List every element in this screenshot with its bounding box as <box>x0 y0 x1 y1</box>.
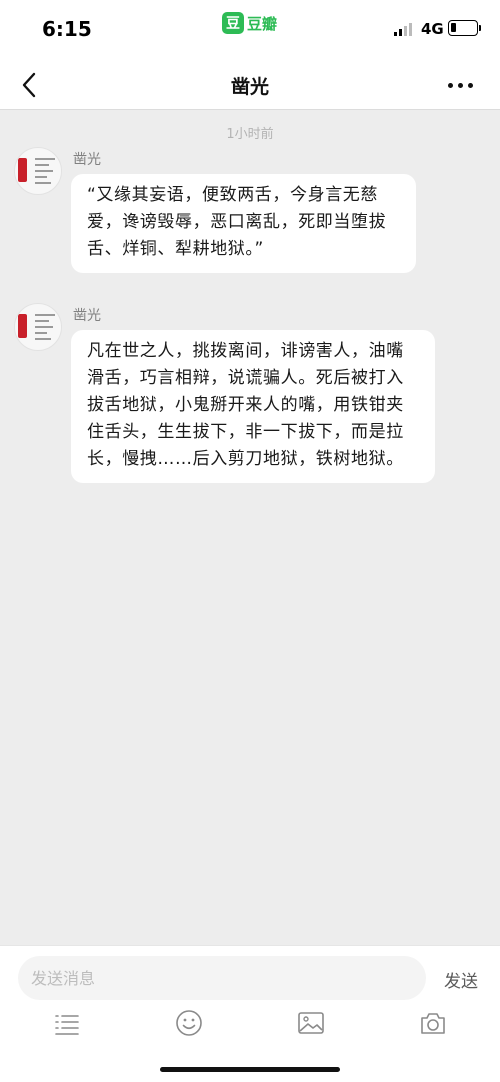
message-line: 住舌头，生生拔下，非一下拔下，而是拉 <box>87 422 404 442</box>
home-indicator <box>160 1067 340 1072</box>
battery-icon <box>448 20 481 36</box>
message-timestamp: 1小时前 <box>226 127 274 142</box>
app-name: 豆瓣 <box>247 14 278 33</box>
sender-name: 凿光 <box>73 152 101 168</box>
emoji-icon[interactable] <box>174 1008 204 1038</box>
status-time: 6:15 <box>42 17 92 41</box>
sender-name: 凿光 <box>73 308 101 324</box>
message-bubble[interactable]: “又缘其妄语，便致两舌，今身言无慈 爱，谗谤毁辱，恶口离乱，死即当堕拔 舌、烊铜… <box>71 174 416 273</box>
avatar[interactable] <box>14 147 62 195</box>
network-label: 4G <box>421 20 444 38</box>
camera-icon[interactable] <box>418 1008 448 1038</box>
message-bubble[interactable]: 凡在世之人，挑拨离间，诽谤害人，油嘴 滑舌，巧言相辩，说谎骗人。死后被打入 拔舌… <box>71 330 435 483</box>
battery-level <box>451 23 456 32</box>
status-bar: 6:15 豆 豆瓣 4G <box>0 0 500 60</box>
message-line: 长，慢拽……后入剪刀地狱，铁树地狱。 <box>87 449 404 469</box>
message-line: 凡在世之人，挑拨离间，诽谤害人，油嘴 <box>87 341 404 361</box>
nav-bar: 凿光 <box>0 60 500 110</box>
image-icon[interactable] <box>296 1008 326 1038</box>
message-line: “又缘其妄语，便致两舌，今身言无慈 <box>87 185 379 205</box>
menu-lines-icon[interactable] <box>52 1008 82 1038</box>
chat-area[interactable]: 1小时前 凿光 “又缘其妄语，便致两舌，今身言无慈 爱，谗谤毁辱，恶口离乱，死即… <box>0 111 500 945</box>
composer: 发送 <box>0 945 500 1082</box>
message-line: 爱，谗谤毁辱，恶口离乱，死即当堕拔 <box>87 212 387 232</box>
message-input[interactable] <box>18 956 426 1000</box>
message-line: 舌、烊铜、犁耕地狱。” <box>87 239 264 259</box>
send-button[interactable]: 发送 <box>444 967 478 992</box>
more-dots-icon <box>448 82 453 88</box>
message-line: 滑舌，巧言相辩，说谎骗人。死后被打入 <box>87 368 404 388</box>
message-line: 拔舌地狱，小鬼掰开来人的嘴，用铁钳夹 <box>87 395 404 415</box>
app-badge: 豆 豆瓣 <box>222 12 277 34</box>
page-title: 凿光 <box>230 76 269 98</box>
signal-icon <box>394 22 414 36</box>
more-button[interactable] <box>448 80 478 90</box>
douban-logo-icon: 豆 <box>222 12 244 34</box>
avatar[interactable] <box>14 303 62 351</box>
